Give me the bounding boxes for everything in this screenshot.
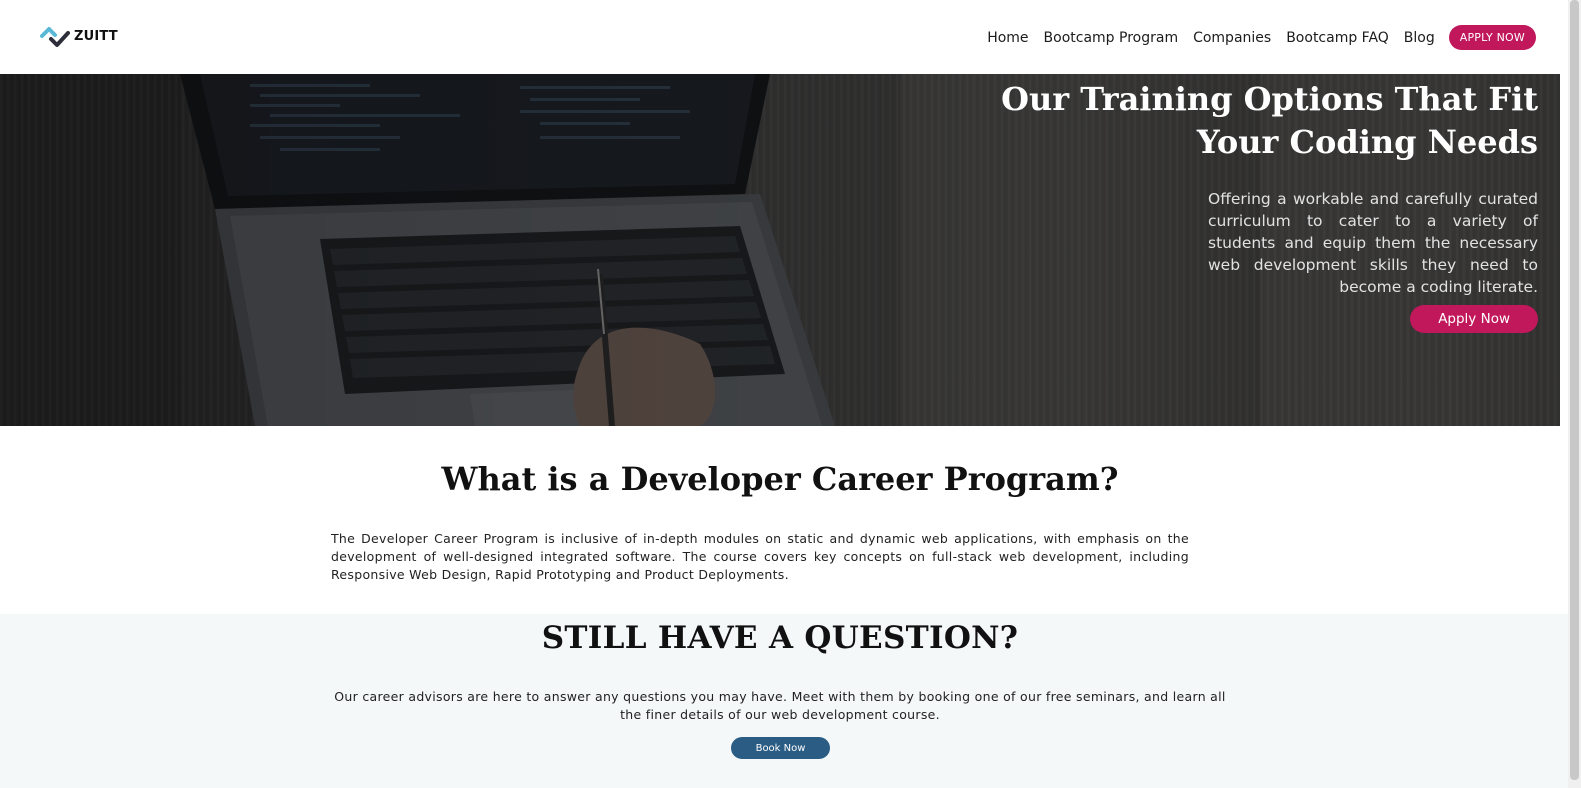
program-description: The Developer Career Program is inclusiv… bbox=[331, 531, 1189, 582]
nav-apply-now-button[interactable]: APPLY NOW bbox=[1448, 25, 1536, 50]
hero-content: Our Training Options That Fit Your Codin… bbox=[978, 78, 1538, 333]
page-scrollbar[interactable] bbox=[1568, 0, 1581, 788]
hero-subtitle: Offering a workable and carefully curate… bbox=[1208, 190, 1538, 296]
nav-companies[interactable]: Companies bbox=[1193, 30, 1271, 46]
nav-home[interactable]: Home bbox=[987, 30, 1028, 46]
zuitt-check-icon bbox=[40, 27, 70, 47]
scrollbar-thumb[interactable] bbox=[1570, 0, 1579, 780]
question-section: STILL HAVE A QUESTION? Our career adviso… bbox=[0, 614, 1568, 788]
logo-text: ZUITT bbox=[74, 28, 118, 44]
hero-title-line1: Our Training Options That Fit bbox=[1001, 80, 1538, 118]
nav-blog[interactable]: Blog bbox=[1404, 30, 1435, 46]
hero-apply-now-button[interactable]: Apply Now bbox=[1410, 305, 1538, 333]
logo-link[interactable]: ZUITT bbox=[40, 24, 118, 48]
program-section: What is a Developer Career Program? The … bbox=[0, 426, 1560, 614]
nav-bootcamp-faq[interactable]: Bootcamp FAQ bbox=[1286, 30, 1389, 46]
hero-title-line2: Your Coding Needs bbox=[1196, 123, 1538, 161]
navbar: ZUITT Home Bootcamp Program Companies Bo… bbox=[0, 0, 1568, 74]
program-title: What is a Developer Career Program? bbox=[441, 460, 1119, 498]
nav-bootcamp-program[interactable]: Bootcamp Program bbox=[1044, 30, 1179, 46]
question-title: STILL HAVE A QUESTION? bbox=[541, 620, 1019, 656]
hero-banner: Our Training Options That Fit Your Codin… bbox=[0, 74, 1560, 426]
question-description: Our career advisors are here to answer a… bbox=[334, 689, 1226, 722]
book-now-button[interactable]: Book Now bbox=[731, 737, 830, 759]
nav-links: Home Bootcamp Program Companies Bootcamp… bbox=[972, 25, 1536, 50]
hero-title: Our Training Options That Fit Your Codin… bbox=[978, 78, 1538, 164]
